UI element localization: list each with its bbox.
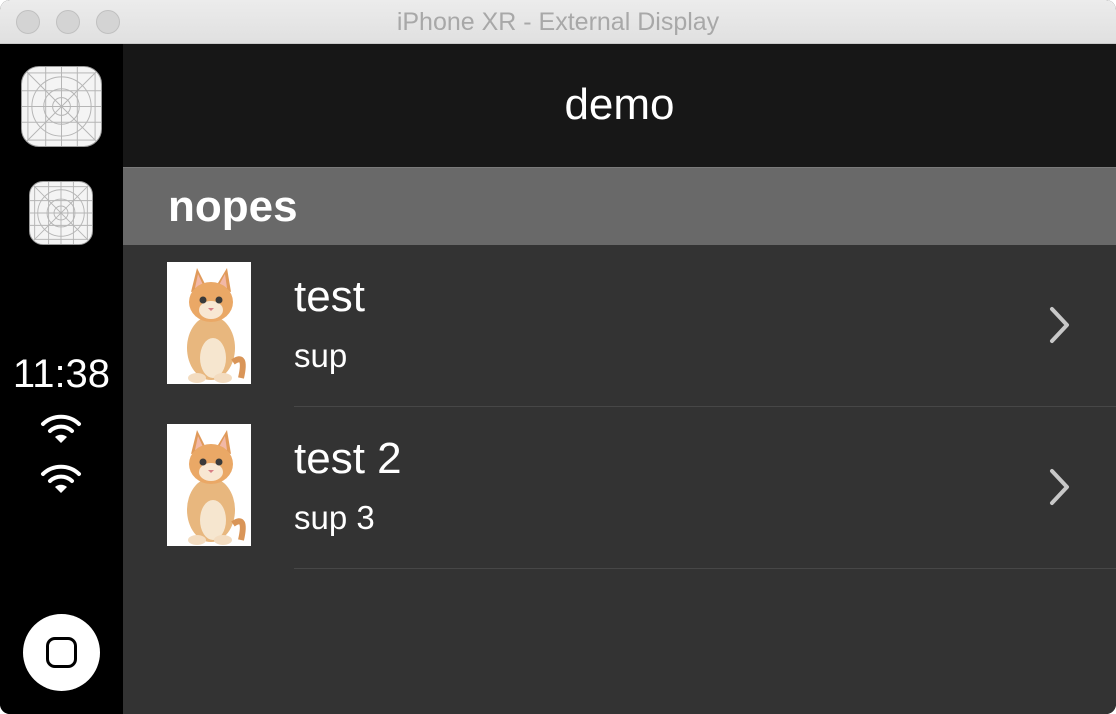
nav-title: demo: [564, 80, 675, 129]
navigation-bar: demo: [123, 44, 1116, 167]
app-placeholder-glyph: [22, 67, 101, 146]
list-item-title: test 2: [294, 434, 402, 483]
section-header: nopes: [123, 167, 1116, 245]
app-placeholder-icon[interactable]: [29, 181, 93, 245]
carplay-dock: 11:38: [0, 44, 123, 714]
status-time: 11:38: [12, 352, 111, 396]
simulator-window: iPhone XR - External Display 11:38 demo …: [0, 0, 1116, 714]
window-titlebar: iPhone XR - External Display: [0, 0, 1116, 44]
kitten-image: [167, 262, 251, 384]
kitten-thumbnail: [167, 262, 251, 384]
app-placeholder-icon[interactable]: [21, 66, 102, 147]
app-placeholder-glyph: [30, 182, 92, 244]
app-content: demo nopes test sup test 2 sup 3: [123, 44, 1116, 714]
list-item[interactable]: test sup: [123, 245, 1116, 407]
window-title: iPhone XR - External Display: [396, 8, 720, 36]
kitten-image: [167, 424, 251, 546]
section-title: nopes: [168, 182, 298, 231]
home-square-icon: [46, 637, 77, 668]
list-item-subtitle: sup: [294, 337, 348, 374]
row-separator: [294, 568, 1116, 569]
list-item-subtitle: sup 3: [294, 499, 375, 536]
wifi-icon: [41, 464, 81, 493]
wifi-icon: [41, 414, 81, 443]
chevron-right-icon: [1050, 469, 1069, 505]
list-item-title: test: [294, 272, 365, 321]
kitten-thumbnail: [167, 424, 251, 546]
home-button[interactable]: [23, 614, 100, 691]
chevron-right-icon: [1050, 307, 1069, 343]
list-item[interactable]: test 2 sup 3: [123, 407, 1116, 569]
